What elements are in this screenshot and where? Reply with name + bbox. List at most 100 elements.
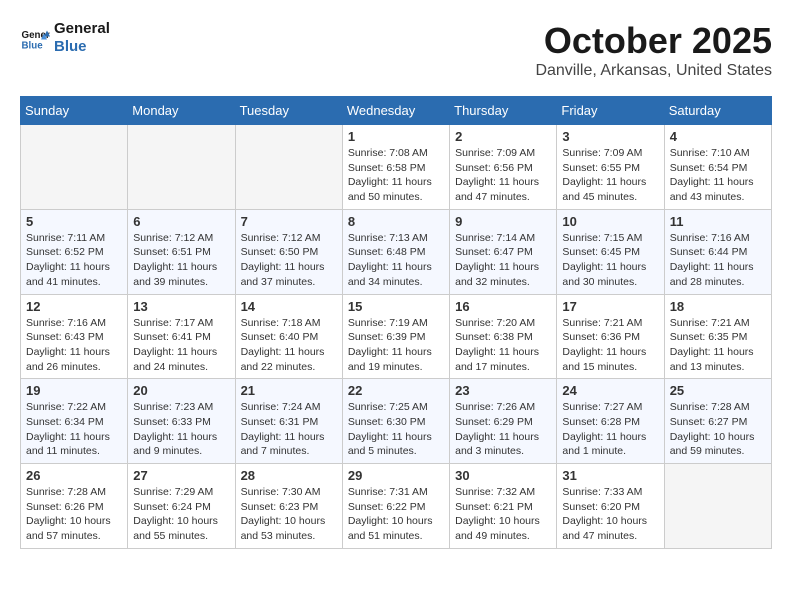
- day-number: 20: [133, 383, 229, 398]
- logo: General Blue General Blue: [20, 20, 110, 56]
- day-info: Sunrise: 7:17 AMSunset: 6:41 PMDaylight:…: [133, 316, 229, 375]
- day-number: 21: [241, 383, 337, 398]
- month-title: October 2025: [535, 20, 772, 62]
- logo-text-general: General: [54, 20, 110, 37]
- day-number: 24: [562, 383, 658, 398]
- day-number: 17: [562, 299, 658, 314]
- day-number: 2: [455, 129, 551, 144]
- day-info: Sunrise: 7:18 AMSunset: 6:40 PMDaylight:…: [241, 316, 337, 375]
- day-number: 31: [562, 468, 658, 483]
- calendar-week-row: 12Sunrise: 7:16 AMSunset: 6:43 PMDayligh…: [21, 294, 772, 379]
- calendar-cell: [128, 125, 235, 210]
- calendar-cell: 31 Sunrise: 7:33 AMSunset: 6:20 PMDayligh…: [557, 464, 664, 549]
- day-info: Sunrise: 7:29 AMSunset: 6:24 PMDaylight:…: [133, 485, 229, 544]
- day-info: Sunrise: 7:25 AMSunset: 6:30 PMDaylight:…: [348, 400, 444, 459]
- day-info: Sunrise: 7:31 AMSunset: 6:22 PMDaylight:…: [348, 485, 444, 544]
- day-number: 13: [133, 299, 229, 314]
- day-info: Sunrise: 7:15 AMSunset: 6:45 PMDaylight:…: [562, 231, 658, 290]
- calendar-cell: [664, 464, 771, 549]
- calendar-cell: 7 Sunrise: 7:12 AMSunset: 6:50 PMDaylight…: [235, 209, 342, 294]
- day-info: Sunrise: 7:30 AMSunset: 6:23 PMDaylight:…: [241, 485, 337, 544]
- day-info: Sunrise: 7:20 AMSunset: 6:38 PMDaylight:…: [455, 316, 551, 375]
- page-header: General Blue General Blue October 2025 D…: [20, 20, 772, 80]
- calendar-week-row: 19Sunrise: 7:22 AMSunset: 6:34 PMDayligh…: [21, 379, 772, 464]
- weekday-header-tuesday: Tuesday: [235, 97, 342, 125]
- day-info: Sunrise: 7:13 AMSunset: 6:48 PMDaylight:…: [348, 231, 444, 290]
- svg-text:Blue: Blue: [22, 41, 44, 52]
- calendar-cell: 15 Sunrise: 7:19 AMSunset: 6:39 PMDayligh…: [342, 294, 449, 379]
- day-number: 4: [670, 129, 766, 144]
- day-info: Sunrise: 7:10 AMSunset: 6:54 PMDaylight:…: [670, 146, 766, 205]
- calendar-cell: 12Sunrise: 7:16 AMSunset: 6:43 PMDayligh…: [21, 294, 128, 379]
- calendar-cell: 8Sunrise: 7:13 AMSunset: 6:48 PMDaylight…: [342, 209, 449, 294]
- calendar-cell: 16 Sunrise: 7:20 AMSunset: 6:38 PMDayligh…: [450, 294, 557, 379]
- logo-text-blue: Blue: [54, 38, 87, 55]
- day-number: 15: [348, 299, 444, 314]
- day-info: Sunrise: 7:21 AMSunset: 6:36 PMDaylight:…: [562, 316, 658, 375]
- day-number: 7: [241, 214, 337, 229]
- day-number: 19: [26, 383, 122, 398]
- day-number: 5: [26, 214, 122, 229]
- day-number: 18: [670, 299, 766, 314]
- calendar-cell: 11 Sunrise: 7:16 AMSunset: 6:44 PMDayligh…: [664, 209, 771, 294]
- weekday-header-friday: Friday: [557, 97, 664, 125]
- day-number: 25: [670, 383, 766, 398]
- day-number: 14: [241, 299, 337, 314]
- day-info: Sunrise: 7:28 AMSunset: 6:26 PMDaylight:…: [26, 485, 122, 544]
- weekday-header-wednesday: Wednesday: [342, 97, 449, 125]
- calendar-cell: 13 Sunrise: 7:17 AMSunset: 6:41 PMDayligh…: [128, 294, 235, 379]
- calendar-cell: 14 Sunrise: 7:18 AMSunset: 6:40 PMDayligh…: [235, 294, 342, 379]
- calendar-cell: 24 Sunrise: 7:27 AMSunset: 6:28 PMDayligh…: [557, 379, 664, 464]
- calendar-cell: 4 Sunrise: 7:10 AMSunset: 6:54 PMDaylight…: [664, 125, 771, 210]
- calendar-cell: 9 Sunrise: 7:14 AMSunset: 6:47 PMDaylight…: [450, 209, 557, 294]
- logo-icon: General Blue: [20, 23, 50, 53]
- day-number: 27: [133, 468, 229, 483]
- day-number: 11: [670, 214, 766, 229]
- day-info: Sunrise: 7:23 AMSunset: 6:33 PMDaylight:…: [133, 400, 229, 459]
- day-number: 9: [455, 214, 551, 229]
- day-number: 23: [455, 383, 551, 398]
- calendar-cell: 26 Sunrise: 7:28 AMSunset: 6:26 PMDayligh…: [21, 464, 128, 549]
- calendar-week-row: 1 Sunrise: 7:08 AMSunset: 6:58 PMDaylight…: [21, 125, 772, 210]
- day-info: Sunrise: 7:19 AMSunset: 6:39 PMDaylight:…: [348, 316, 444, 375]
- calendar-cell: 30 Sunrise: 7:32 AMSunset: 6:21 PMDayligh…: [450, 464, 557, 549]
- weekday-header-thursday: Thursday: [450, 97, 557, 125]
- calendar-cell: 23Sunrise: 7:26 AMSunset: 6:29 PMDayligh…: [450, 379, 557, 464]
- weekday-header-monday: Monday: [128, 97, 235, 125]
- weekday-header-saturday: Saturday: [664, 97, 771, 125]
- calendar-cell: 19Sunrise: 7:22 AMSunset: 6:34 PMDayligh…: [21, 379, 128, 464]
- day-info: Sunrise: 7:08 AMSunset: 6:58 PMDaylight:…: [348, 146, 444, 205]
- day-number: 22: [348, 383, 444, 398]
- calendar-cell: 1 Sunrise: 7:08 AMSunset: 6:58 PMDaylight…: [342, 125, 449, 210]
- day-info: Sunrise: 7:32 AMSunset: 6:21 PMDaylight:…: [455, 485, 551, 544]
- weekday-header-sunday: Sunday: [21, 97, 128, 125]
- day-number: 12: [26, 299, 122, 314]
- calendar-week-row: 26 Sunrise: 7:28 AMSunset: 6:26 PMDayligh…: [21, 464, 772, 549]
- day-info: Sunrise: 7:12 AMSunset: 6:51 PMDaylight:…: [133, 231, 229, 290]
- calendar-table: SundayMondayTuesdayWednesdayThursdayFrid…: [20, 96, 772, 549]
- calendar-cell: 25Sunrise: 7:28 AMSunset: 6:27 PMDayligh…: [664, 379, 771, 464]
- day-number: 6: [133, 214, 229, 229]
- calendar-cell: [235, 125, 342, 210]
- day-info: Sunrise: 7:16 AMSunset: 6:44 PMDaylight:…: [670, 231, 766, 290]
- day-info: Sunrise: 7:33 AMSunset: 6:20 PMDaylight:…: [562, 485, 658, 544]
- day-info: Sunrise: 7:12 AMSunset: 6:50 PMDaylight:…: [241, 231, 337, 290]
- calendar-cell: 10Sunrise: 7:15 AMSunset: 6:45 PMDayligh…: [557, 209, 664, 294]
- day-number: 30: [455, 468, 551, 483]
- day-number: 28: [241, 468, 337, 483]
- title-area: October 2025 Danville, Arkansas, United …: [535, 20, 772, 80]
- weekday-header-row: SundayMondayTuesdayWednesdayThursdayFrid…: [21, 97, 772, 125]
- calendar-cell: 3Sunrise: 7:09 AMSunset: 6:55 PMDaylight…: [557, 125, 664, 210]
- day-info: Sunrise: 7:14 AMSunset: 6:47 PMDaylight:…: [455, 231, 551, 290]
- calendar-cell: 27 Sunrise: 7:29 AMSunset: 6:24 PMDayligh…: [128, 464, 235, 549]
- calendar-cell: 6 Sunrise: 7:12 AMSunset: 6:51 PMDaylight…: [128, 209, 235, 294]
- calendar-cell: 18Sunrise: 7:21 AMSunset: 6:35 PMDayligh…: [664, 294, 771, 379]
- day-number: 16: [455, 299, 551, 314]
- calendar-cell: 17 Sunrise: 7:21 AMSunset: 6:36 PMDayligh…: [557, 294, 664, 379]
- day-number: 26: [26, 468, 122, 483]
- day-info: Sunrise: 7:09 AMSunset: 6:56 PMDaylight:…: [455, 146, 551, 205]
- day-info: Sunrise: 7:27 AMSunset: 6:28 PMDaylight:…: [562, 400, 658, 459]
- day-number: 1: [348, 129, 444, 144]
- day-number: 3: [562, 129, 658, 144]
- calendar-cell: 22 Sunrise: 7:25 AMSunset: 6:30 PMDayligh…: [342, 379, 449, 464]
